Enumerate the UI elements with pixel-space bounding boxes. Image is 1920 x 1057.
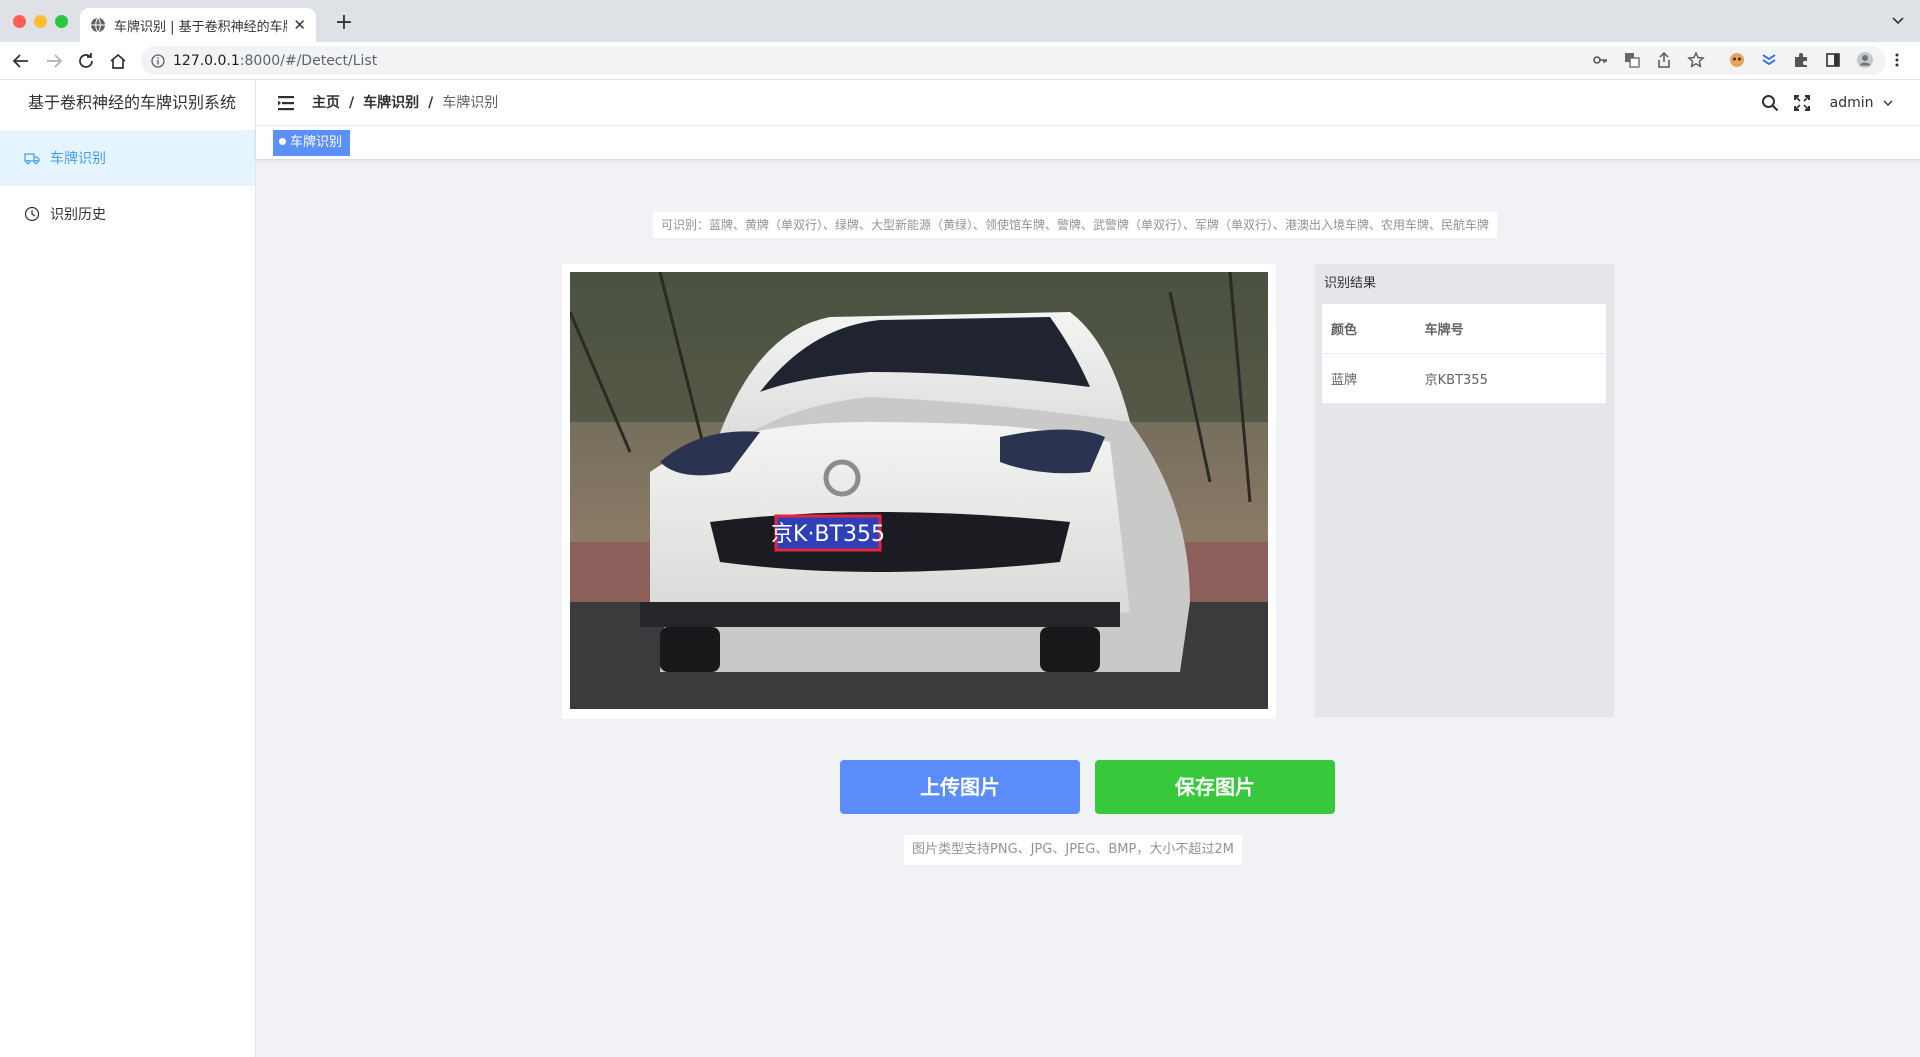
tags-view: 车牌识别 [256, 126, 1920, 160]
breadcrumb-current: 车牌识别 [442, 95, 499, 111]
breadcrumb-home[interactable]: 主页 [312, 95, 340, 111]
truck-icon [24, 153, 40, 165]
key-icon[interactable] [1591, 51, 1609, 69]
app-brand: 基于卷积神经的车牌识别系统 [28, 93, 237, 112]
profile-icon[interactable] [1856, 51, 1874, 69]
close-tab-icon[interactable]: ✕ [293, 16, 306, 34]
app-root: 基于卷积神经的车牌识别系统 车牌识别 识别历史 主页/车牌识别/车牌识别 [0, 80, 1920, 1057]
sidebar-item-plate-recognition[interactable]: 车牌识别 [0, 130, 255, 186]
browser-toolbar: 127.0.0.1:8000/#/Detect/List [0, 42, 1920, 80]
close-window-button[interactable] [13, 15, 26, 28]
top-header: 主页 / 车牌识别 / 车牌识别 admin [256, 80, 1920, 126]
reload-icon[interactable] [75, 50, 97, 72]
more-vert-icon[interactable] [1888, 51, 1906, 69]
back-arrow-icon[interactable] [10, 50, 32, 72]
globe-icon [91, 17, 105, 33]
sidebar-item-history[interactable]: 识别历史 [0, 186, 255, 242]
cell-color: 蓝牌 [1322, 353, 1416, 404]
extension-avatar-icon[interactable] [1728, 51, 1746, 69]
file-type-hint: 图片类型支持PNG、JPG、JPEG、BMP，大小不超过2M [904, 835, 1242, 865]
tab-title: 车牌识别 | 基于卷积神经的车牌识别系统 [114, 19, 287, 35]
new-tab-button[interactable]: + [330, 9, 358, 37]
result-table: 颜色 车牌号 蓝牌 京KBT355 [1322, 304, 1606, 404]
share-icon[interactable] [1655, 51, 1673, 69]
breadcrumb: 主页 / 车牌识别 / 车牌识别 [312, 95, 499, 111]
column-header-plate: 车牌号 [1415, 304, 1606, 354]
save-image-button[interactable]: 保存图片 [1095, 760, 1335, 814]
column-header-color: 颜色 [1322, 304, 1416, 354]
user-menu[interactable]: admin [1830, 80, 1894, 126]
tag-label: 车牌识别 [290, 135, 343, 150]
search-icon[interactable] [1761, 94, 1779, 112]
fullscreen-icon[interactable] [1793, 94, 1811, 112]
browser-tab[interactable]: 车牌识别 | 基于卷积神经的车牌识别系统 ✕ [80, 8, 316, 42]
minimize-window-button[interactable] [34, 15, 47, 28]
chevron-down-icon[interactable] [1890, 12, 1906, 28]
maximize-window-button[interactable] [55, 15, 68, 28]
breadcrumb-plate[interactable]: 车牌识别 [363, 95, 419, 111]
table-header-row: 颜色 车牌号 [1322, 304, 1606, 354]
tag-dot [279, 138, 286, 145]
result-title: 识别结果 [1324, 276, 1377, 291]
sidebar-item-label: 车牌识别 [50, 151, 106, 167]
sidebar-item-label: 识别历史 [50, 207, 106, 223]
puzzle-icon[interactable] [1792, 51, 1810, 69]
username: admin [1829, 95, 1874, 111]
hamburger-icon[interactable] [276, 93, 296, 113]
plate-text: 京K·BT355 [771, 522, 885, 547]
extension-blue-icon[interactable] [1760, 51, 1778, 69]
image-card: 京K·BT355 [562, 264, 1276, 719]
upload-image-button[interactable]: 上传图片 [840, 760, 1080, 814]
table-row: 蓝牌 京KBT355 [1322, 353, 1606, 404]
chevron-down-icon [1883, 100, 1893, 106]
forward-arrow-icon[interactable] [43, 50, 65, 72]
clock-icon [24, 206, 40, 222]
translate-icon[interactable] [1623, 51, 1641, 69]
sidepanel-icon[interactable] [1824, 51, 1842, 69]
cell-plate: 京KBT355 [1415, 353, 1606, 404]
supported-plates-hint: 可识别：蓝牌、黄牌（单双行）、绿牌、大型新能源（黄绿）、领使馆车牌、警牌、武警牌… [653, 212, 1498, 238]
browser-tab-bar: 车牌识别 | 基于卷积神经的车牌识别系统 ✕ + [0, 0, 1920, 42]
star-icon[interactable] [1687, 51, 1705, 69]
info-icon[interactable] [151, 53, 165, 68]
home-icon[interactable] [107, 50, 129, 72]
plate-detection-box: 京K·BT355 [771, 514, 885, 552]
result-panel: 识别结果 颜色 车牌号 蓝牌 京KBT355 [1315, 264, 1614, 717]
car-photo: 京K·BT355 [570, 272, 1268, 709]
main-content: 可识别：蓝牌、黄牌（单双行）、绿牌、大型新能源（黄绿）、领使馆车牌、警牌、武警牌… [256, 160, 1920, 1057]
tag-plate-recognition[interactable]: 车牌识别 [273, 130, 351, 156]
sidebar: 基于卷积神经的车牌识别系统 车牌识别 识别历史 [0, 80, 256, 1057]
url-text: 127.0.0.1:8000/#/Detect/List [173, 52, 378, 69]
